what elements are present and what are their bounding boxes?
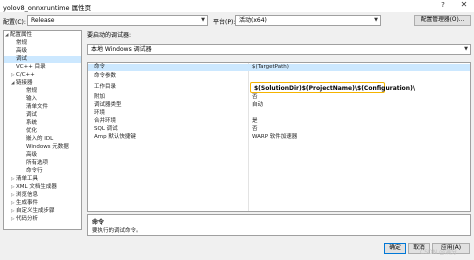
debugger-value: 本地 Windows 调试器 <box>91 46 152 53</box>
property-row[interactable]: 合并环境 是 <box>88 118 470 125</box>
tree-item[interactable]: 高级 <box>4 152 81 159</box>
tree-item[interactable]: ▷ 浏览信息 <box>4 192 81 199</box>
tree-item[interactable]: 常规 <box>4 40 81 47</box>
tree-item[interactable]: 常规 <box>4 88 81 95</box>
tree-item[interactable]: 高级 <box>4 48 81 55</box>
property-row[interactable]: 附加 否 <box>88 94 470 101</box>
tree-item[interactable]: 所有选项 <box>4 160 81 167</box>
tree-item[interactable]: 调试 <box>4 112 81 119</box>
tree-item[interactable]: 命令行 <box>4 168 81 175</box>
property-grid[interactable]: 命令 $(TargetPath) 命令参数 工作目录 $(SolutionDir… <box>87 62 471 212</box>
title-bar: yolov8_onnxruntime 属性页 ? ✕ <box>0 0 474 12</box>
tree-item[interactable]: VC++ 目录 <box>4 64 81 71</box>
button-bar: 确定 取消 应用(A) <box>0 240 474 260</box>
property-row[interactable]: 环境 <box>88 110 470 117</box>
configuration-bar: 配置(C): Release ▼ 平台(P): 活动(x64) ▼ 配置管理器(… <box>0 13 474 27</box>
ok-button[interactable]: 确定 <box>384 243 406 254</box>
description-text: 要执行的调试命令。 <box>92 228 142 234</box>
property-row[interactable]: Amp 默认快捷键 WARP 软件加速器 <box>88 134 470 141</box>
tree-item[interactable]: 嵌入的 IDL <box>4 136 81 143</box>
platform-label: 平台(P): <box>213 19 236 26</box>
tree-item[interactable]: ▷ 代码分析 <box>4 216 81 223</box>
chevron-down-icon: ▼ <box>201 17 205 23</box>
window-title: yolov8_onnxruntime 属性页 <box>3 4 92 12</box>
watermark: CSDN @满分 <box>420 249 458 256</box>
description-title: 命令 <box>92 219 105 226</box>
tree-item-debugging-selected[interactable]: 调试 <box>4 56 81 63</box>
tree-item[interactable]: 清单文件 <box>4 104 81 111</box>
close-icon[interactable]: ✕ <box>457 0 471 11</box>
tree-item[interactable]: ◢ 链接器 <box>4 80 81 87</box>
help-icon[interactable]: ? <box>437 1 449 11</box>
tree-item[interactable]: ▷ 自定义生成步骤 <box>4 208 81 215</box>
tree-item[interactable]: ▷ C/C++ <box>4 72 81 79</box>
platform-value: 活动(x64) <box>239 17 267 24</box>
working-directory-value: $(SolutionDir)$(ProjectName)\$(Configura… <box>254 84 416 92</box>
debugger-select[interactable]: 本地 Windows 调试器 ▼ <box>87 44 471 55</box>
chevron-down-icon: ▼ <box>464 46 468 52</box>
tree-item[interactable]: Windows 元数据 <box>4 144 81 151</box>
property-row[interactable]: 调试器类型 自动 <box>88 102 470 109</box>
property-row[interactable]: 命令 $(TargetPath) <box>88 64 470 71</box>
chevron-down-icon: ▼ <box>374 17 378 23</box>
tree-item[interactable]: ▷ XML 文档生成器 <box>4 184 81 191</box>
tree-item[interactable]: 系统 <box>4 120 81 127</box>
config-value: Release <box>31 17 55 24</box>
platform-select[interactable]: 活动(x64) ▼ <box>235 15 381 26</box>
tree-item[interactable]: ◢ 配置属性 <box>4 32 81 39</box>
tree-item[interactable]: 优化 <box>4 128 81 135</box>
tree-item[interactable]: ▷ 清单工具 <box>4 176 81 183</box>
description-pane: 命令 要执行的调试命令。 <box>87 214 471 236</box>
tree-item[interactable]: ▷ 生成事件 <box>4 200 81 207</box>
debugger-heading: 要启动的调试器: <box>87 32 132 39</box>
working-directory-field[interactable]: $(SolutionDir)$(ProjectName)\$(Configura… <box>250 82 415 93</box>
config-label: 配置(C): <box>3 19 26 26</box>
property-tree[interactable]: ◢ 配置属性 常规 高级 调试 VC++ 目录 ▷ C/C++ ◢ 链接器 常规 输入… <box>3 30 82 230</box>
tree-item[interactable]: 输入 <box>4 96 81 103</box>
property-row[interactable]: 命令参数 <box>88 73 470 80</box>
configuration-manager-button[interactable]: 配置管理器(O)... <box>414 15 471 26</box>
property-row[interactable]: SQL 调试 否 <box>88 126 470 133</box>
config-select[interactable]: Release ▼ <box>27 15 208 26</box>
